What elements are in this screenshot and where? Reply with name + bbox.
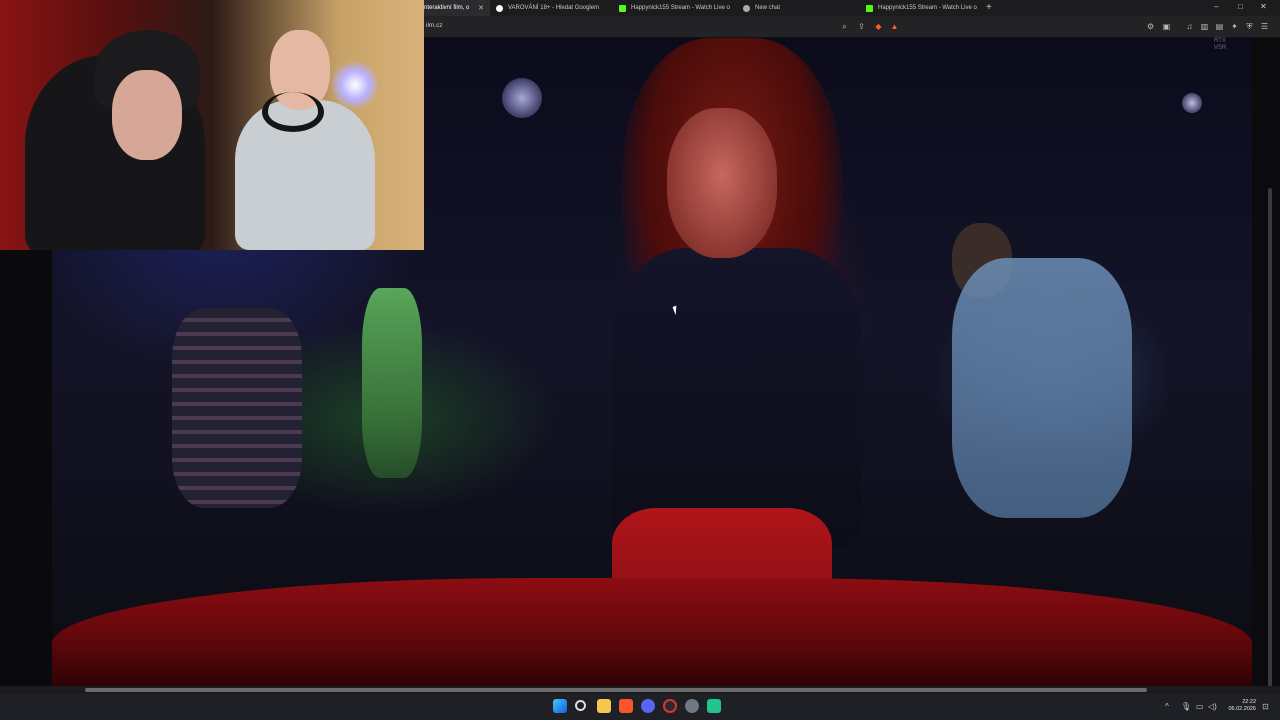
letterbox-right bbox=[1252, 38, 1280, 686]
clock-time: 22:22 bbox=[1242, 699, 1256, 705]
kick-icon bbox=[619, 4, 626, 12]
discord-icon[interactable] bbox=[641, 699, 655, 713]
tab-label: New chat bbox=[755, 5, 781, 11]
system-clock[interactable]: 22:22 06.02.2026 bbox=[1222, 699, 1256, 713]
tab-label: Happynick155 Stream - Watch Live o bbox=[631, 5, 730, 11]
seated-man bbox=[952, 258, 1132, 518]
menu-icon[interactable]: ☰ bbox=[1260, 22, 1269, 31]
tab-new-chat[interactable]: New chat bbox=[743, 0, 855, 16]
media-icon[interactable]: ♫ bbox=[1185, 22, 1194, 31]
horizontal-scrollbar[interactable] bbox=[0, 686, 1280, 694]
tab-kick-stream-2[interactable]: Happynick155 Stream - Watch Live o bbox=[866, 0, 978, 16]
disco-ball bbox=[502, 78, 542, 118]
webcam-overlay bbox=[0, 0, 424, 250]
brave-rewards-icon[interactable]: ▲ bbox=[890, 22, 899, 31]
chat-icon bbox=[743, 4, 750, 12]
tab-label: nteraktivní film, o bbox=[424, 5, 470, 11]
kick-icon bbox=[866, 4, 873, 12]
upscale-watermark: RTX VSR bbox=[1214, 38, 1226, 52]
tab-label: Happynick155 Stream - Watch Live o bbox=[878, 5, 977, 11]
settings-icon[interactable] bbox=[685, 699, 699, 713]
leo-ai-icon[interactable]: ✦ bbox=[1230, 22, 1239, 31]
close-tab-icon[interactable]: ✕ bbox=[478, 4, 484, 12]
tray-chevron-icon[interactable]: ^ bbox=[1165, 702, 1169, 711]
tab-label: VAROVÁNÍ 18+ - Hledat Googlem bbox=[508, 5, 600, 11]
start-icon[interactable] bbox=[553, 699, 567, 713]
scrollbar-thumb[interactable] bbox=[85, 688, 1147, 692]
disco-light bbox=[1182, 93, 1202, 113]
clock-date: 06.02.2026 bbox=[1228, 706, 1256, 712]
wallet-icon[interactable]: ▤ bbox=[1215, 22, 1224, 31]
tab-google-search[interactable]: VAROVÁNÍ 18+ - Hledat Googlem bbox=[496, 0, 612, 16]
app-icon[interactable] bbox=[707, 699, 721, 713]
red-sofa bbox=[52, 578, 1252, 686]
file-explorer-icon[interactable] bbox=[597, 699, 611, 713]
brave-browser-icon[interactable] bbox=[619, 699, 633, 713]
person-striped-sweater bbox=[172, 308, 302, 508]
woman-face bbox=[667, 108, 777, 258]
new-tab-button[interactable]: + bbox=[986, 2, 992, 13]
maximize-button[interactable]: □ bbox=[1238, 2, 1243, 11]
volume-icon[interactable]: ◁) bbox=[1208, 702, 1217, 711]
windows-taskbar: ^ 🎙 ▭ ◁) 22:22 06.02.2026 ⊡ bbox=[0, 694, 1280, 720]
share-icon[interactable]: ⇪ bbox=[857, 22, 866, 31]
extensions-icon[interactable]: ⚙ bbox=[1146, 22, 1155, 31]
zoom-icon[interactable]: ⌕ bbox=[840, 22, 849, 31]
sidebar-icon[interactable]: ▣ bbox=[1162, 22, 1171, 31]
tab-interactive-film[interactable]: nteraktivní film, o ✕ bbox=[424, 0, 490, 16]
close-window-button[interactable]: ✕ bbox=[1260, 2, 1267, 11]
microphone-icon[interactable]: 🎙 bbox=[1181, 702, 1191, 711]
network-icon[interactable]: ▭ bbox=[1196, 702, 1204, 711]
url-field[interactable]: ilm.cz bbox=[426, 22, 443, 29]
watermark-line1: RTX bbox=[1214, 38, 1226, 44]
brave-shield-icon[interactable]: ◆ bbox=[874, 22, 883, 31]
split-view-icon[interactable]: ▥ bbox=[1200, 22, 1209, 31]
google-icon bbox=[496, 4, 503, 12]
watermark-line2: VSR bbox=[1214, 45, 1227, 51]
streamer-left-face bbox=[112, 70, 182, 160]
dancer-green-light bbox=[362, 288, 422, 478]
headphones bbox=[262, 92, 324, 132]
obs-icon[interactable] bbox=[663, 699, 677, 713]
tab-kick-stream[interactable]: Happynick155 Stream - Watch Live o bbox=[619, 0, 737, 16]
notifications-icon[interactable]: ⊡ bbox=[1262, 702, 1269, 711]
woman-top bbox=[612, 248, 862, 548]
search-icon[interactable] bbox=[575, 700, 586, 711]
vpn-icon[interactable]: ⛨ bbox=[1245, 22, 1254, 31]
minimize-button[interactable]: – bbox=[1214, 2, 1218, 11]
vertical-scrollbar[interactable] bbox=[1268, 188, 1272, 718]
